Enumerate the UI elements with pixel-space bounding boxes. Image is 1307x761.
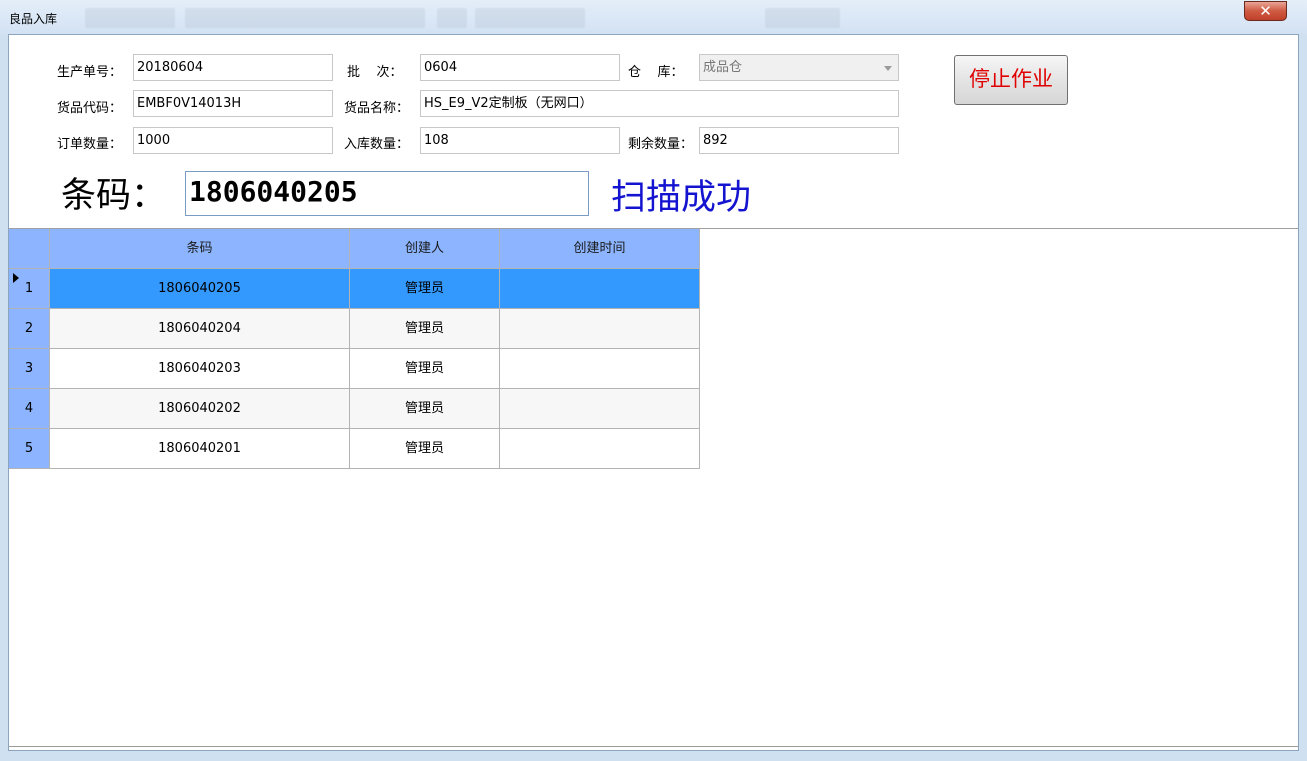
creator-cell[interactable]: 管理员 bbox=[350, 269, 500, 309]
barcode-label: 条码： bbox=[61, 176, 167, 216]
current-row-arrow-icon bbox=[13, 273, 19, 283]
stock-in-qty-field[interactable]: 108 bbox=[420, 127, 620, 154]
window-title: 良品入库 bbox=[9, 12, 58, 26]
created-time-cell[interactable] bbox=[500, 389, 700, 429]
barcode-cell[interactable]: 1806040202 bbox=[50, 389, 350, 429]
row-header[interactable]: 5 bbox=[9, 429, 50, 469]
column-header-created-time[interactable]: 创建时间 bbox=[500, 229, 700, 269]
barcode-input[interactable]: 1806040205 bbox=[185, 171, 589, 216]
goods-name-field[interactable]: HS_E9_V2定制板（无网口） bbox=[420, 90, 899, 117]
barcode-cell[interactable]: 1806040201 bbox=[50, 429, 350, 469]
row-header[interactable]: 1 bbox=[9, 269, 50, 309]
creator-cell[interactable]: 管理员 bbox=[350, 309, 500, 349]
batch-field[interactable]: 0604 bbox=[420, 54, 620, 81]
goods-code-label: 货品代码： bbox=[57, 101, 123, 116]
background-blur bbox=[765, 8, 840, 28]
production-no-label: 生产单号： bbox=[57, 65, 123, 80]
background-blur bbox=[475, 8, 585, 28]
barcode-cell[interactable]: 1806040205 bbox=[50, 269, 350, 309]
creator-cell[interactable]: 管理员 bbox=[350, 349, 500, 389]
background-blur bbox=[85, 8, 175, 28]
grid-corner-header[interactable] bbox=[9, 229, 50, 269]
form-panel: 生产单号： 20180604 批 次： 0604 仓 库： 成品仓 停止作业 货… bbox=[9, 35, 1298, 229]
creator-cell[interactable]: 管理员 bbox=[350, 429, 500, 469]
close-button[interactable]: ✕ bbox=[1244, 1, 1287, 21]
background-blur bbox=[437, 8, 467, 28]
order-qty-label: 订单数量： bbox=[57, 137, 123, 152]
warehouse-select[interactable]: 成品仓 bbox=[699, 54, 899, 81]
column-header-barcode[interactable]: 条码 bbox=[50, 229, 350, 269]
row-header[interactable]: 3 bbox=[9, 349, 50, 389]
close-icon: ✕ bbox=[1259, 2, 1272, 20]
goods-name-label: 货品名称： bbox=[344, 101, 410, 116]
created-time-cell[interactable] bbox=[500, 429, 700, 469]
chevron-down-icon[interactable] bbox=[884, 66, 892, 71]
background-blur bbox=[185, 8, 425, 28]
remaining-qty-field[interactable]: 892 bbox=[699, 127, 899, 154]
column-header-creator[interactable]: 创建人 bbox=[350, 229, 500, 269]
remaining-qty-label: 剩余数量： bbox=[628, 137, 694, 152]
created-time-cell[interactable] bbox=[500, 349, 700, 389]
warehouse-label: 仓 库： bbox=[628, 65, 684, 80]
stock-in-qty-label: 入库数量： bbox=[344, 137, 410, 152]
batch-label: 批 次： bbox=[347, 65, 403, 80]
created-time-cell[interactable] bbox=[500, 309, 700, 349]
row-header[interactable]: 4 bbox=[9, 389, 50, 429]
row-number: 1 bbox=[24, 281, 34, 296]
row-header[interactable]: 2 bbox=[9, 309, 50, 349]
barcode-cell[interactable]: 1806040204 bbox=[50, 309, 350, 349]
created-time-cell[interactable] bbox=[500, 269, 700, 309]
window-body: 生产单号： 20180604 批 次： 0604 仓 库： 成品仓 停止作业 货… bbox=[8, 34, 1299, 751]
scan-status-text: 扫描成功 bbox=[611, 178, 752, 218]
goods-code-field[interactable]: EMBF0V14013H bbox=[133, 90, 333, 117]
grid-bottom-border bbox=[9, 746, 1298, 747]
creator-cell[interactable]: 管理员 bbox=[350, 389, 500, 429]
production-no-field[interactable]: 20180604 bbox=[133, 54, 333, 81]
stop-operation-button[interactable]: 停止作业 bbox=[954, 55, 1068, 105]
grid-area: 条码 创建人 创建时间 1 1806040205 管理员 2 180604020… bbox=[9, 229, 1298, 750]
barcode-cell[interactable]: 1806040203 bbox=[50, 349, 350, 389]
warehouse-value: 成品仓 bbox=[703, 60, 743, 75]
title-bar: 良品入库 ✕ bbox=[0, 0, 1307, 34]
order-qty-field[interactable]: 1000 bbox=[133, 127, 333, 154]
